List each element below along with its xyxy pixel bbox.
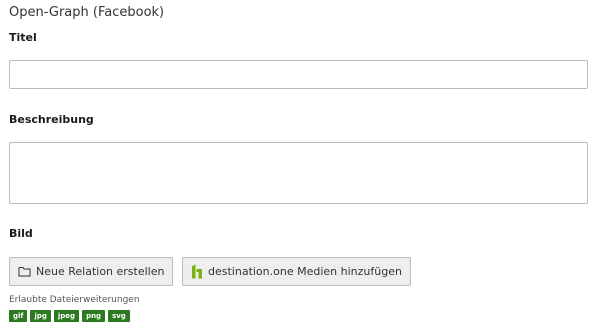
- folder-icon: [18, 266, 31, 277]
- description-label: Beschreibung: [9, 113, 94, 126]
- destination-media-button-label: destination.one Medien hinzufügen: [208, 265, 402, 278]
- destination-one-logo-icon: [191, 264, 203, 279]
- description-textarea[interactable]: [9, 142, 588, 204]
- allowed-extensions-list: gif jpg jpeg png svg: [9, 310, 130, 322]
- extension-badge: svg: [108, 310, 130, 322]
- new-relation-button-label: Neue Relation erstellen: [36, 265, 165, 278]
- extension-badge: jpeg: [53, 310, 80, 322]
- section-title: Open-Graph (Facebook): [9, 5, 165, 20]
- allowed-extensions-label: Erlaubte Dateierweiterungen: [9, 295, 140, 305]
- extension-badge: png: [82, 310, 106, 322]
- extension-badge: jpg: [30, 310, 51, 322]
- extension-badge: gif: [9, 310, 28, 322]
- title-label: Titel: [9, 31, 37, 44]
- new-relation-button[interactable]: Neue Relation erstellen: [9, 257, 174, 286]
- destination-media-button[interactable]: destination.one Medien hinzufügen: [182, 257, 411, 286]
- title-input[interactable]: [9, 60, 588, 89]
- image-label: Bild: [9, 227, 33, 240]
